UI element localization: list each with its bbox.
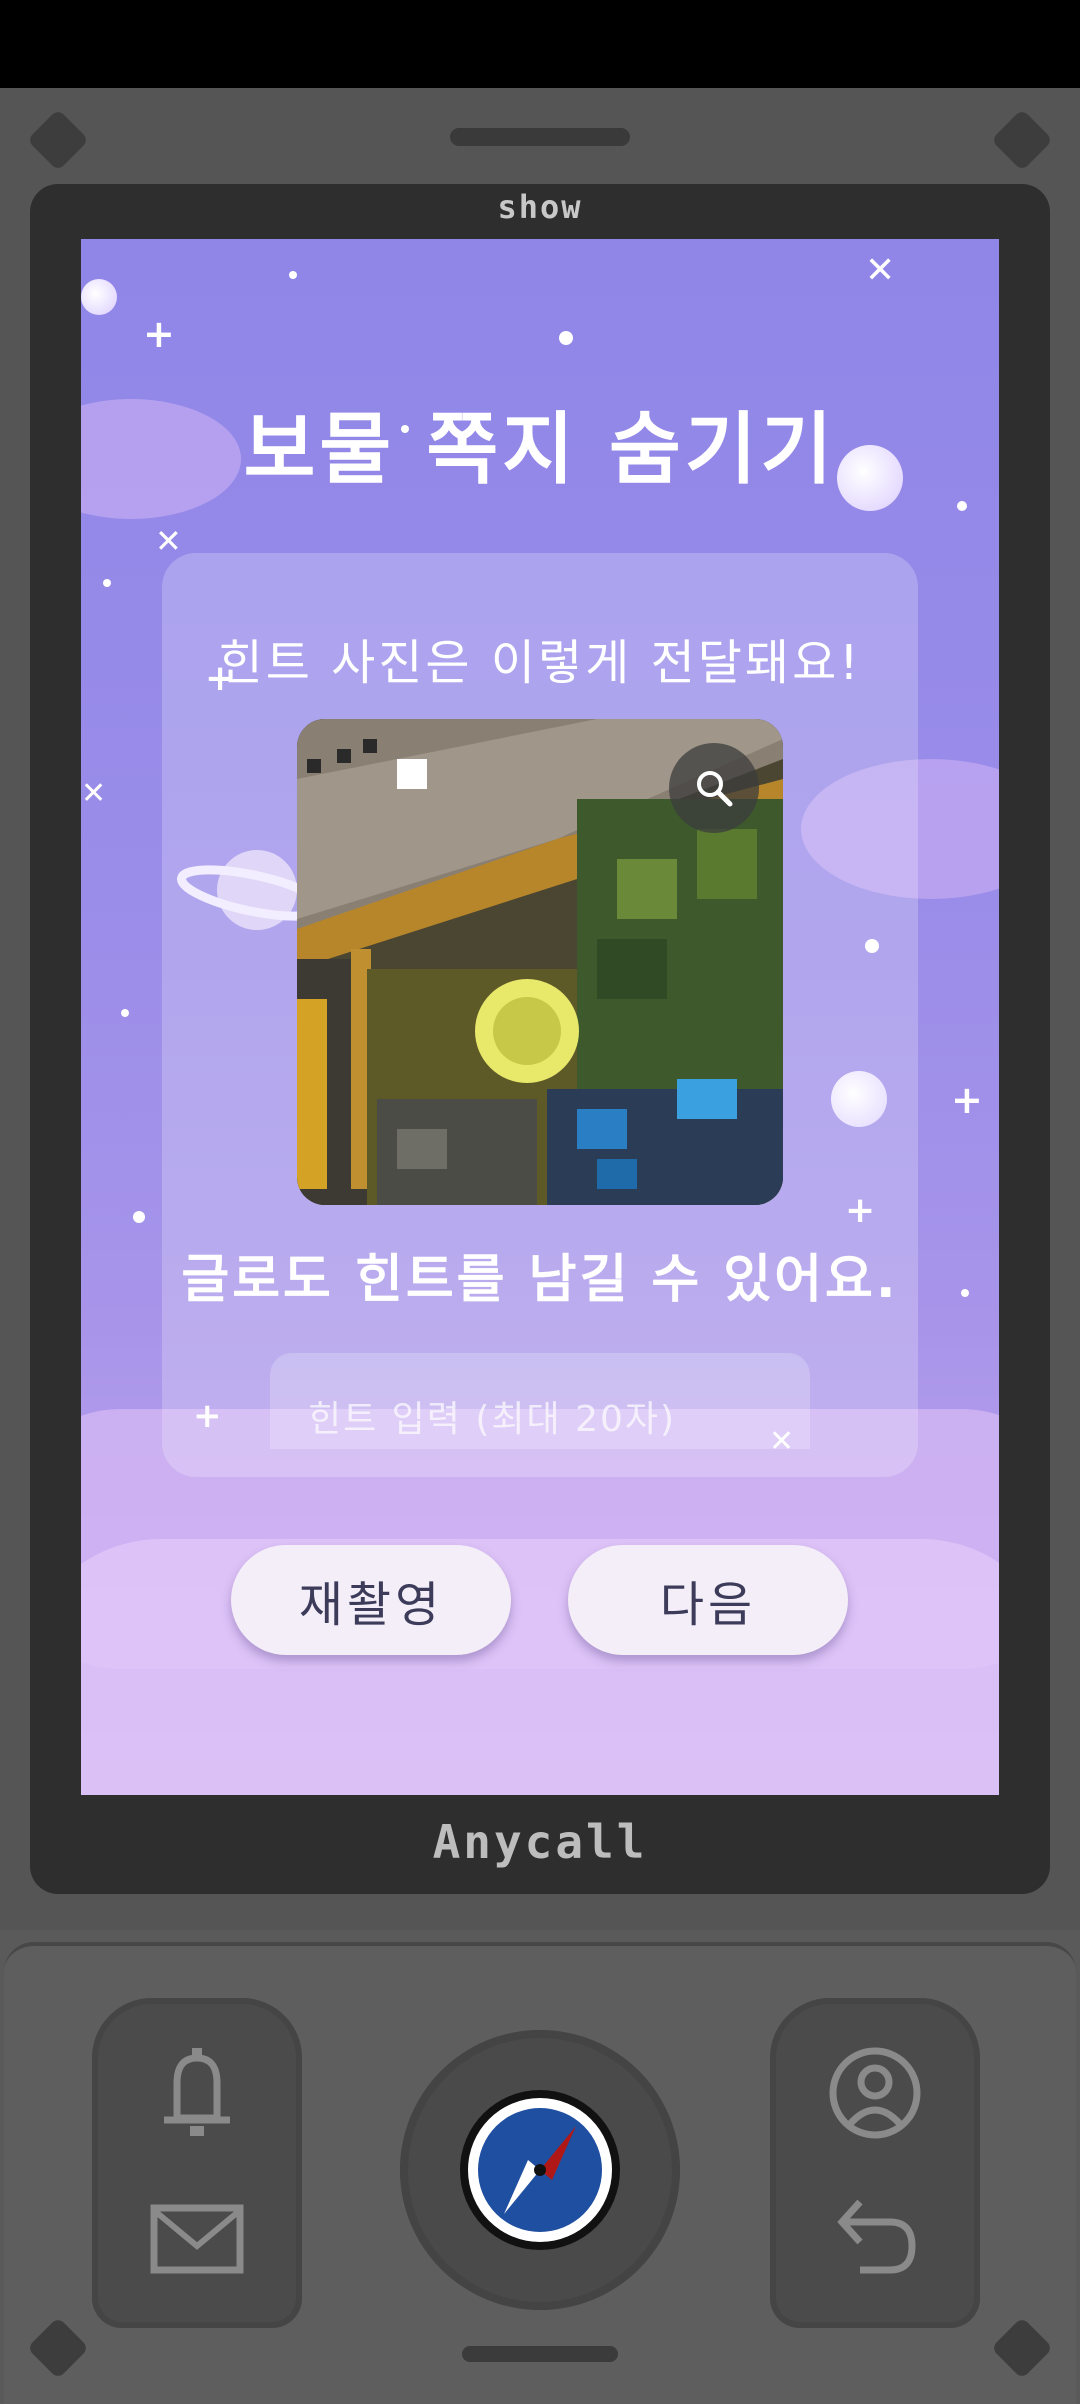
moon-decoration: [81, 279, 117, 315]
mail-icon[interactable]: [142, 2184, 252, 2294]
star-decoration: [289, 271, 297, 279]
profile-icon[interactable]: [820, 2038, 930, 2148]
photo-caption: 힌트 사진은 이렇게 전달돼요!: [218, 635, 862, 691]
hint-photo-preview[interactable]: [297, 719, 783, 1205]
star-decoration: [121, 1009, 129, 1017]
back-arrow-icon[interactable]: [820, 2184, 930, 2294]
zoom-button[interactable]: [669, 743, 759, 833]
next-button[interactable]: 다음: [568, 1545, 848, 1655]
top-speaker: [450, 128, 630, 146]
star-decoration: ✕: [155, 522, 182, 560]
star-decoration: [957, 501, 967, 511]
compass-icon: [460, 2090, 620, 2250]
star-decoration: ✕: [865, 250, 896, 291]
star-decoration: +: [143, 312, 175, 356]
text-hint-title: 글로도 힌트를 남길 수 있어요.: [181, 1250, 899, 1310]
search-icon: [697, 771, 733, 807]
star-decoration: ✕: [81, 776, 107, 811]
retake-button[interactable]: 재촬영: [231, 1545, 511, 1655]
right-keypad: [770, 1998, 980, 2328]
star-decoration: [559, 331, 573, 345]
star-decoration: [133, 1211, 145, 1223]
app-screen: ✕ + ✕ + ✕ + + + ✕ 보물 쪽지 숨기기 힌트 사진은 이렇게 전…: [81, 239, 999, 1795]
status-bar: [0, 0, 1080, 88]
star-decoration: [961, 1289, 969, 1297]
center-nav-button[interactable]: [400, 2030, 680, 2310]
device-brand-label: Anycall: [432, 1815, 648, 1869]
bottom-speaker: [462, 2346, 618, 2362]
page-title: 보물 쪽지 숨기기: [243, 405, 837, 495]
hint-input[interactable]: [270, 1353, 810, 1449]
hint-card: 힌트 사진은 이렇게 전달돼요! 글로도 힌트를 남길 수 있어요. 힌트 입력…: [162, 553, 918, 1477]
bell-icon[interactable]: [142, 2038, 252, 2148]
star-decoration: +: [951, 1078, 983, 1122]
cloud-decoration: [81, 1539, 999, 1795]
left-keypad: [92, 1998, 302, 2328]
star-decoration: [103, 579, 111, 587]
device-top-label: show: [497, 188, 583, 226]
